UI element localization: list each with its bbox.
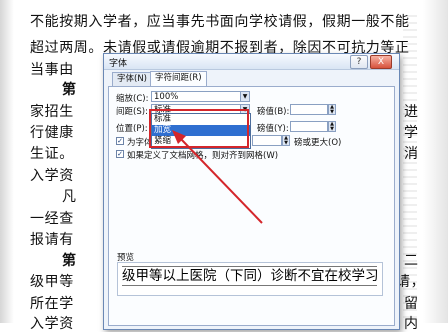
preview-text: 级甲等以上医院（下同）诊断不宜在校学习 bbox=[122, 266, 377, 286]
